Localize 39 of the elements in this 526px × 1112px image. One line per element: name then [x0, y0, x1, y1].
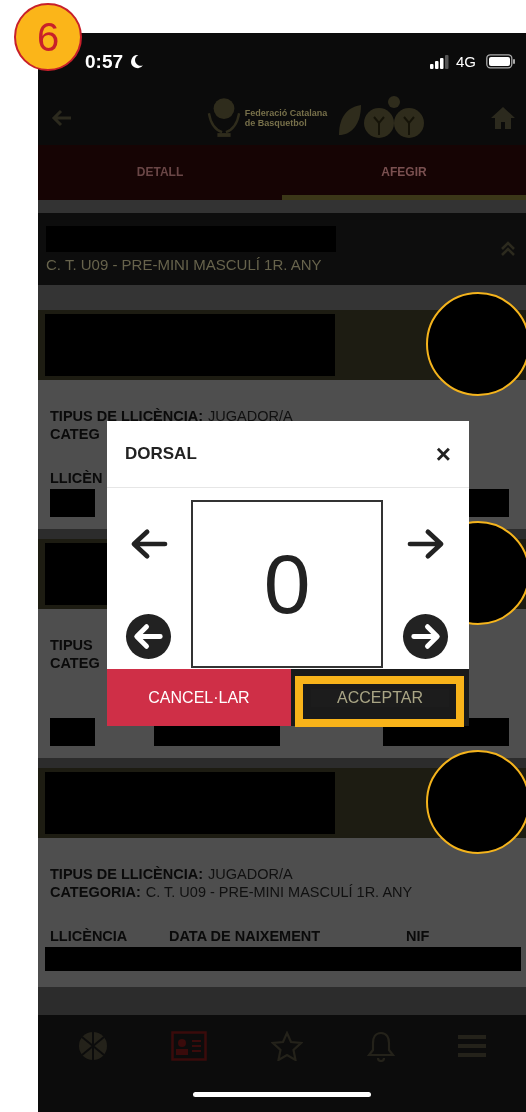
- id-card-icon[interactable]: [171, 1031, 208, 1061]
- field-value: JUGADOR/A: [208, 408, 293, 424]
- home-indicator[interactable]: [193, 1092, 371, 1097]
- field-value: JUGADOR/A: [208, 866, 293, 882]
- field-value: C. T. U09 - PRE-MINI MASCULÍ 1R. ANY: [145, 884, 413, 900]
- field-label: CATEGORIA:: [50, 884, 141, 900]
- bell-icon[interactable]: [366, 1030, 395, 1062]
- cancel-button[interactable]: CANCEL·LAR: [107, 669, 291, 726]
- network-label: 4G: [456, 53, 476, 70]
- step-badge: 6: [14, 3, 82, 71]
- number-display: 0: [191, 500, 383, 668]
- column-heading: LLICÈN: [50, 470, 104, 487]
- basketball-logo-icon: [206, 95, 241, 140]
- star-icon[interactable]: [271, 1031, 303, 1061]
- field-label: TIPUS DE LLICÈNCIA:: [50, 408, 204, 424]
- right-arrow-icon[interactable]: [406, 528, 445, 561]
- redaction-bar: [50, 718, 95, 746]
- moon-icon: [129, 54, 145, 69]
- field-label: TIPUS: [50, 637, 93, 653]
- menu-icon[interactable]: [458, 1034, 487, 1058]
- federation-name: de Basquetbol: [244, 117, 308, 128]
- field-label: CATEG: [50, 426, 100, 442]
- federation-name: Federació Catalana: [244, 107, 328, 118]
- basketball-icon[interactable]: [77, 1031, 108, 1061]
- field-label: CATEG: [50, 655, 100, 671]
- redaction-bar: [50, 489, 95, 517]
- close-button[interactable]: ×: [431, 441, 455, 467]
- dialog-title: DORSAL: [125, 444, 197, 464]
- chevron-up-icon[interactable]: [500, 241, 516, 257]
- field-label: TIPUS DE LLICÈNCIA:: [50, 866, 204, 882]
- column-heading: NIF: [406, 928, 430, 945]
- home-icon[interactable]: [490, 105, 516, 130]
- column-heading: LLICÈNCIA: [50, 928, 129, 945]
- battery-icon: [486, 54, 516, 69]
- column-heading: DATA DE NAIXEMENT: [169, 928, 322, 945]
- team-category: C. T. U09 - PRE-MINI MASCULÍ 1R. ANY: [46, 255, 323, 273]
- left-arrow-icon[interactable]: [129, 528, 168, 561]
- status-time: 0:57: [85, 50, 124, 73]
- signal-icon: [430, 54, 450, 69]
